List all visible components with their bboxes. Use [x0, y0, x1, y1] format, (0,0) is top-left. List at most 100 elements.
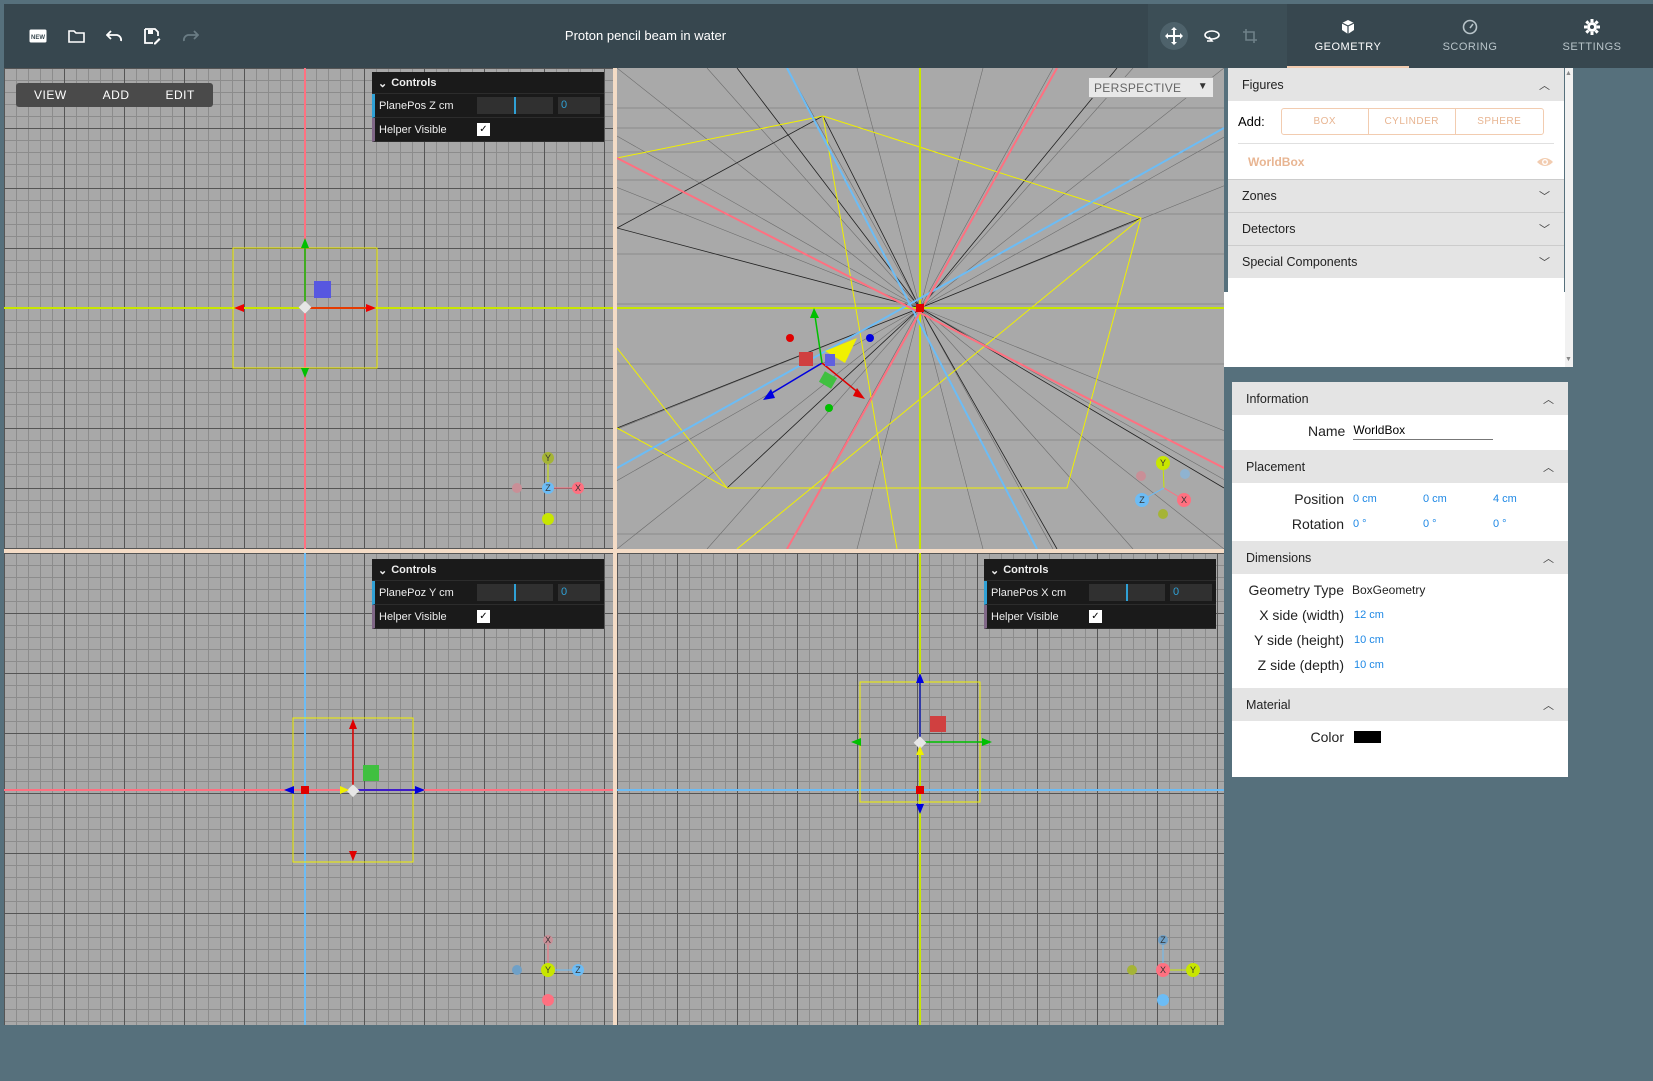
scale-icon[interactable] [1236, 22, 1264, 50]
plane-pos-y-slider[interactable] [477, 584, 553, 601]
position-row: Position 0 cm 0 cm 4 cm [1232, 486, 1568, 511]
add-figure-buttons: BOX CYLINDER SPHERE [1280, 107, 1544, 135]
gear-icon [1584, 19, 1600, 35]
x-side-value[interactable]: 12 cm [1354, 609, 1384, 621]
chevron-up-icon: ︿ [1543, 393, 1554, 406]
helper-visible-label: Helper Visible [991, 610, 1059, 623]
rotate-icon[interactable] [1198, 22, 1226, 50]
axis-label-z: Z [545, 483, 551, 493]
edit-button[interactable]: EDIT [148, 83, 213, 107]
add-box-button[interactable]: BOX [1282, 108, 1369, 134]
material-section-header[interactable]: Material ︿ [1232, 688, 1568, 721]
eye-icon[interactable] [1536, 156, 1554, 168]
controls-panel-z: ⌄ Controls PlanePos Z cm 0 Helper Visible… [372, 72, 604, 142]
helper-visible-checkbox[interactable]: ✓ [1089, 610, 1102, 623]
figures-panel: Figures ︿ Add: BOX CYLINDER SPHERE World… [1228, 68, 1564, 292]
figures-title: Figures [1242, 77, 1284, 92]
plane-pos-x-input[interactable]: 0 [1170, 584, 1212, 601]
app-frame: NEW Proton pencil beam in water GEOMETRY… [4, 4, 1653, 1081]
viewport-side-yz[interactable]: Z Y X ⌄ Controls PlanePos X cm 0 Helper V… [617, 553, 1224, 1025]
controls-panel-y: ⌄ Controls PlanePoz Y cm 0 Helper Visible… [372, 559, 604, 629]
viewport-perspective[interactable]: Y X Z PERSPECTIVE ▼ [617, 68, 1224, 549]
position-label: Position [1294, 490, 1344, 507]
view-button[interactable]: VIEW [16, 83, 85, 107]
tab-geometry[interactable]: GEOMETRY [1287, 4, 1409, 68]
controls-header[interactable]: ⌄ Controls [372, 559, 604, 581]
viewport-front-xz[interactable]: X Z Y ⌄ Controls PlanePoz Y cm 0 Helper V… [4, 553, 613, 1025]
position-z[interactable]: 4 cm [1493, 493, 1563, 505]
x-side-row: X side (width) 12 cm [1232, 602, 1568, 627]
rotation-row: Rotation 0 ° 0 ° 0 ° [1232, 511, 1568, 536]
information-section-header[interactable]: Information ︿ [1232, 382, 1568, 415]
plane-pos-x-slider[interactable] [1089, 584, 1165, 601]
project-title: Proton pencil beam in water [564, 28, 727, 43]
rotation-x[interactable]: 0 ° [1353, 518, 1423, 530]
dimensions-title: Dimensions [1246, 550, 1312, 565]
special-components-section-header[interactable]: Special Components ﹀ [1228, 245, 1564, 278]
name-input[interactable] [1353, 421, 1494, 440]
z-side-label: Z side (depth) [1257, 656, 1344, 673]
helper-visible-checkbox[interactable]: ✓ [477, 610, 490, 623]
worldbox-item[interactable]: WorldBox [1238, 143, 1554, 179]
plane-pos-y-input[interactable]: 0 [558, 584, 600, 601]
chevron-up-icon: ︿ [1539, 79, 1550, 92]
tab-label: SETTINGS [1562, 41, 1622, 53]
tab-settings[interactable]: SETTINGS [1531, 4, 1653, 68]
axis-label-z: Z [1160, 935, 1166, 945]
viewport-top-xy[interactable]: Y X Z VIEW ADD EDIT ⌄ Controls PlanePos Z… [4, 68, 613, 549]
axis-label-y: Y [1190, 965, 1196, 975]
detectors-section-header[interactable]: Detectors ﹀ [1228, 212, 1564, 245]
axis-label-y: Y [1160, 458, 1166, 468]
add-button[interactable]: ADD [85, 83, 148, 107]
helper-visible-label: Helper Visible [379, 610, 447, 623]
plane-pos-x-row: PlanePos X cm 0 [984, 581, 1216, 605]
helper-visible-row: Helper Visible ✓ [984, 605, 1216, 629]
camera-mode-value: PERSPECTIVE [1094, 81, 1182, 95]
sidebar-tabs: GEOMETRY SCORING SETTINGS [1287, 4, 1653, 68]
helper-visible-row: Helper Visible ✓ [372, 605, 604, 629]
placement-title: Placement [1246, 459, 1306, 474]
y-side-value[interactable]: 10 cm [1354, 634, 1384, 646]
transform-gizmo-3d[interactable] [763, 308, 874, 412]
chevron-down-icon: ⌄ [990, 565, 1000, 577]
chevron-down-icon: ﹀ [1539, 257, 1550, 269]
axes-indicator-3d: Y X Z [1135, 456, 1191, 519]
plane-pos-z-label: PlanePos Z cm [379, 99, 454, 112]
detectors-title: Detectors [1242, 222, 1296, 236]
move-icon[interactable] [1160, 22, 1188, 50]
tab-scoring[interactable]: SCORING [1409, 4, 1531, 68]
rotation-y[interactable]: 0 ° [1423, 518, 1493, 530]
figures-section-header[interactable]: Figures ︿ [1228, 68, 1564, 101]
origin-marker [916, 786, 924, 794]
placement-section-header[interactable]: Placement ︿ [1232, 450, 1568, 483]
position-x[interactable]: 0 cm [1353, 493, 1423, 505]
add-cylinder-button[interactable]: CYLINDER [1369, 108, 1456, 134]
figures-scrollbar[interactable] [1565, 68, 1573, 367]
color-swatch[interactable] [1354, 730, 1381, 743]
add-sphere-button[interactable]: SPHERE [1456, 109, 1543, 134]
chevron-down-icon: ⌄ [378, 565, 388, 577]
tab-label: GEOMETRY [1314, 41, 1382, 53]
plane-pos-z-input[interactable]: 0 [558, 97, 600, 114]
camera-mode-select[interactable]: PERSPECTIVE ▼ [1088, 77, 1214, 98]
chevron-up-icon: ︿ [1543, 461, 1554, 474]
z-side-value[interactable]: 10 cm [1354, 659, 1384, 671]
dimensions-section-header[interactable]: Dimensions ︿ [1232, 541, 1568, 574]
scroll-down-icon[interactable]: ▼ [1565, 356, 1572, 363]
position-y[interactable]: 0 cm [1423, 493, 1493, 505]
helper-visible-checkbox[interactable]: ✓ [477, 123, 490, 136]
plane-pos-z-slider[interactable] [477, 97, 553, 114]
rotation-z[interactable]: 0 ° [1493, 518, 1563, 530]
controls-header[interactable]: ⌄ Controls [984, 559, 1216, 581]
x-side-label: X side (width) [1259, 606, 1344, 623]
controls-header[interactable]: ⌄ Controls [372, 72, 604, 94]
controls-panel-x: ⌄ Controls PlanePos X cm 0 Helper Visible… [984, 559, 1216, 629]
special-components-title: Special Components [1242, 255, 1358, 269]
scroll-up-icon[interactable]: ▲ [1565, 70, 1572, 77]
transform-mode-group [1148, 4, 1287, 68]
properties-panel: Information ︿ Name Placement ︿ Position … [1232, 382, 1568, 777]
axis-label-x: X [545, 935, 551, 945]
axis-label-x: X [1160, 965, 1166, 975]
zones-section-header[interactable]: Zones ﹀ [1228, 179, 1564, 212]
cube-icon [1341, 20, 1355, 34]
